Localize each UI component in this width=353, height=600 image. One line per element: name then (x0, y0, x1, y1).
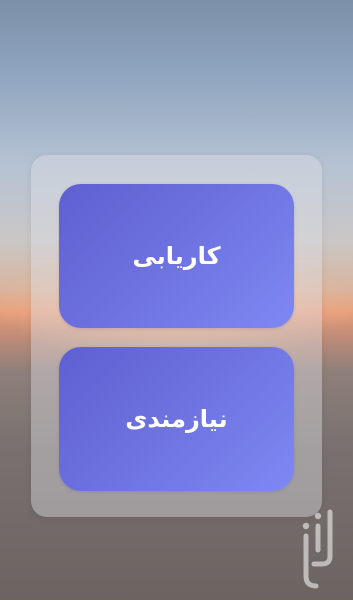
job-search-label: کاریابی (132, 242, 221, 270)
bazaar-watermark-icon (302, 509, 333, 589)
job-search-button[interactable]: کاریابی (59, 184, 294, 328)
needs-button[interactable]: نیازمندی (59, 347, 294, 491)
needs-label: نیازمندی (125, 405, 228, 433)
